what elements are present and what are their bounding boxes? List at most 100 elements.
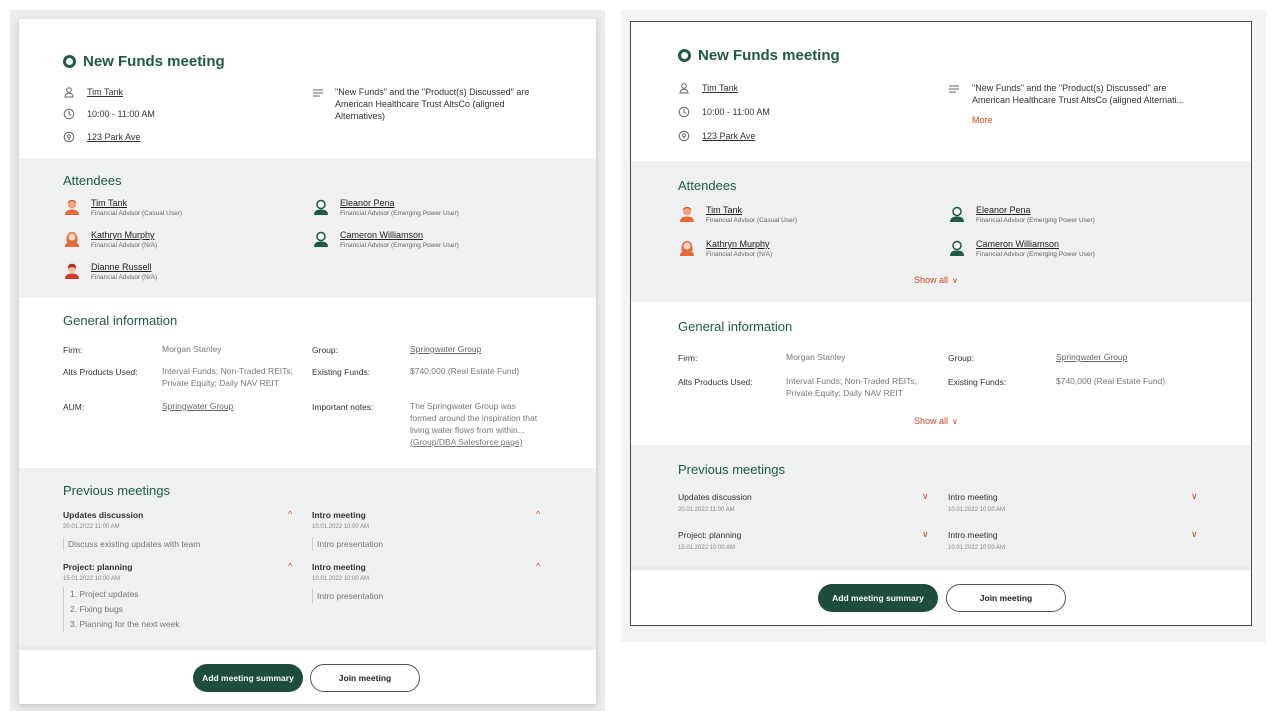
attendees-section: Attendees Tim Tank Financial Advisor (Cas…: [631, 161, 1251, 302]
note-line: Alternatives): [335, 111, 386, 121]
meeting-item-title[interactable]: Intro meeting: [312, 562, 366, 572]
alts-value: Interval Funds; Non-Traded REITs; Privat…: [786, 375, 917, 399]
attendee-role: Financial Advisor (N/A): [706, 251, 773, 258]
attendee-item: Tim Tank Financial Advisor (Casual User): [678, 205, 797, 224]
meeting-title: New Funds meeting: [63, 53, 225, 70]
attendee-name-link[interactable]: Tim Tank: [706, 205, 797, 215]
chevron-down-icon[interactable]: ∨: [1191, 529, 1198, 540]
chevron-down-icon: ∨: [952, 416, 958, 426]
attendee-name-link[interactable]: Kathryn Murphy: [91, 230, 157, 240]
location-link[interactable]: 123 Park Ave: [702, 131, 755, 141]
attendee-role: Financial Advisor (Casual User): [706, 217, 798, 224]
attendee-item: Eleanor Pena Financial Advisor (Emerging …: [312, 198, 459, 217]
general-info-heading: General information: [678, 319, 793, 334]
group-link[interactable]: Springwater Group: [410, 343, 481, 355]
aum-label: AUM:: [63, 402, 85, 412]
chevron-up-icon[interactable]: ^: [536, 509, 540, 519]
existing-funds-label: Existing Funds:: [312, 367, 371, 377]
agenda-item: 3. Planning for the next week: [70, 619, 180, 629]
attendee-role: Financial Advisor (Casual User): [91, 210, 183, 217]
action-footer: Add meeting summary Join meeting: [19, 650, 596, 704]
chevron-down-icon[interactable]: ∨: [922, 491, 929, 502]
meeting-item-date: 20.01.2022 11:00 AM: [678, 507, 735, 513]
more-link[interactable]: More: [972, 115, 993, 125]
meeting-item-title[interactable]: Intro meeting: [948, 492, 998, 502]
meeting-item-date: 10.01.2022 10:00 AM: [312, 576, 370, 582]
meeting-detail-expanded: New Funds meeting Tim Tank 10:00 - 11:00…: [10, 10, 605, 711]
status-ring-icon: [678, 49, 691, 62]
avatar: [63, 198, 81, 216]
attendee-name-link[interactable]: Eleanor Pena: [976, 205, 1095, 215]
meeting-item-date: 10.01.2022 10:00 AM: [312, 524, 370, 530]
person-icon: [63, 86, 75, 98]
meeting-item-date: 15.01.2022 10:00 AM: [63, 576, 121, 582]
show-all-label: Show all: [914, 275, 949, 285]
meeting-time: 10:00 - 11:00 AM: [87, 109, 155, 119]
alts-value: Interval Funds; Non-Traded REITs; Privat…: [162, 365, 293, 389]
attendee-role: Financial Advisor (Emerging Power User): [976, 251, 1095, 258]
salesforce-link[interactable]: (Group/DBA Salesforce page): [410, 436, 560, 448]
owner-row: Tim Tank: [678, 82, 738, 94]
attendee-name-link[interactable]: Cameron Williamson: [976, 239, 1095, 249]
attendee-name-link[interactable]: Kathryn Murphy: [706, 239, 772, 249]
note-line: "New Funds" and the "Product(s) Discusse…: [335, 87, 530, 97]
meeting-detail-collapsed: New Funds meeting Tim Tank 10:00 - 11:00…: [621, 10, 1266, 642]
attendee-role: Financial Advisor (Emerging Power User): [976, 217, 1095, 224]
meeting-item-title[interactable]: Updates discussion: [63, 510, 143, 520]
attendee-name-link[interactable]: Eleanor Pena: [340, 198, 459, 208]
firm-value: Morgan Stanley: [162, 344, 222, 354]
add-meeting-summary-button[interactable]: Add meeting summary: [193, 664, 303, 692]
group-link[interactable]: Springwater Group: [1056, 351, 1127, 363]
meeting-item-date: 20.01.2022 11:00 AM: [63, 524, 120, 530]
show-all-info-button[interactable]: Show all ∨: [914, 416, 958, 426]
meeting-item-title[interactable]: Intro meeting: [948, 530, 998, 540]
clock-icon: [63, 108, 75, 120]
general-info-section: General information Firm: Morgan Stanley…: [19, 298, 596, 468]
previous-meetings-section: Previous meetings Updates discussion ^ 2…: [19, 468, 596, 650]
attendee-name-link[interactable]: Cameron Williamson: [340, 230, 459, 240]
meeting-item-title[interactable]: Intro meeting: [312, 510, 366, 520]
firm-value: Morgan Stanley: [786, 352, 846, 362]
meeting-item-title[interactable]: Project: planning: [678, 530, 741, 540]
chevron-down-icon[interactable]: ∨: [922, 529, 929, 540]
notes-line: The Springwater Group was: [410, 401, 516, 411]
chevron-down-icon[interactable]: ∨: [1191, 491, 1198, 502]
chevron-up-icon[interactable]: ^: [288, 561, 292, 571]
join-meeting-button[interactable]: Join meeting: [946, 584, 1066, 612]
meeting-item-desc: Intro presentation: [312, 589, 383, 603]
owner-link[interactable]: Tim Tank: [87, 87, 123, 97]
meeting-note: "New Funds" and the "Product(s) Discusse…: [335, 86, 575, 122]
meeting-title-text: New Funds meeting: [83, 53, 225, 70]
location-row: 123 Park Ave: [678, 130, 755, 142]
alts-label: Alts Products Used:: [63, 367, 138, 377]
attendee-item: Cameron Williamson Financial Advisor (Eme…: [312, 230, 459, 249]
show-all-attendees-button[interactable]: Show all ∨: [914, 275, 958, 285]
notes-line: formed around the inspiration that: [410, 413, 538, 423]
status-ring-icon: [63, 55, 76, 68]
chevron-up-icon[interactable]: ^: [288, 509, 292, 519]
join-meeting-button[interactable]: Join meeting: [310, 664, 420, 692]
avatar: [312, 230, 330, 248]
general-info-heading: General information: [63, 313, 178, 328]
owner-link[interactable]: Tim Tank: [702, 83, 738, 93]
aum-link[interactable]: Springwater Group: [162, 400, 233, 412]
chevron-up-icon[interactable]: ^: [536, 561, 540, 571]
group-label: Group:: [312, 345, 338, 355]
existing-funds-value: $740,000 (Real Estate Fund): [1056, 376, 1166, 386]
attendee-name-link[interactable]: Dianne Russell: [91, 262, 157, 272]
meeting-item-title[interactable]: Updates discussion: [678, 492, 752, 502]
person-icon: [678, 82, 690, 94]
meeting-item-date: 15.01.2022 10:00 AM: [678, 545, 736, 551]
attendee-item: Eleanor Pena Financial Advisor (Emerging …: [948, 205, 1095, 224]
location-row: 123 Park Ave: [63, 131, 140, 143]
attendee-name-link[interactable]: Tim Tank: [91, 198, 182, 208]
add-meeting-summary-button[interactable]: Add meeting summary: [818, 584, 938, 612]
meeting-item-date: 10.01.2022 10:00 AM: [948, 507, 1006, 513]
location-link[interactable]: 123 Park Ave: [87, 132, 140, 142]
firm-label: Firm:: [63, 345, 83, 355]
attendees-heading: Attendees: [63, 173, 122, 188]
meeting-item-title[interactable]: Project: planning: [63, 562, 132, 572]
agenda-item: 2. Fixing bugs: [70, 604, 123, 614]
note-line: American Healthcare Trust AltsCo (aligne…: [335, 99, 505, 109]
location-pin-icon: [63, 131, 75, 143]
